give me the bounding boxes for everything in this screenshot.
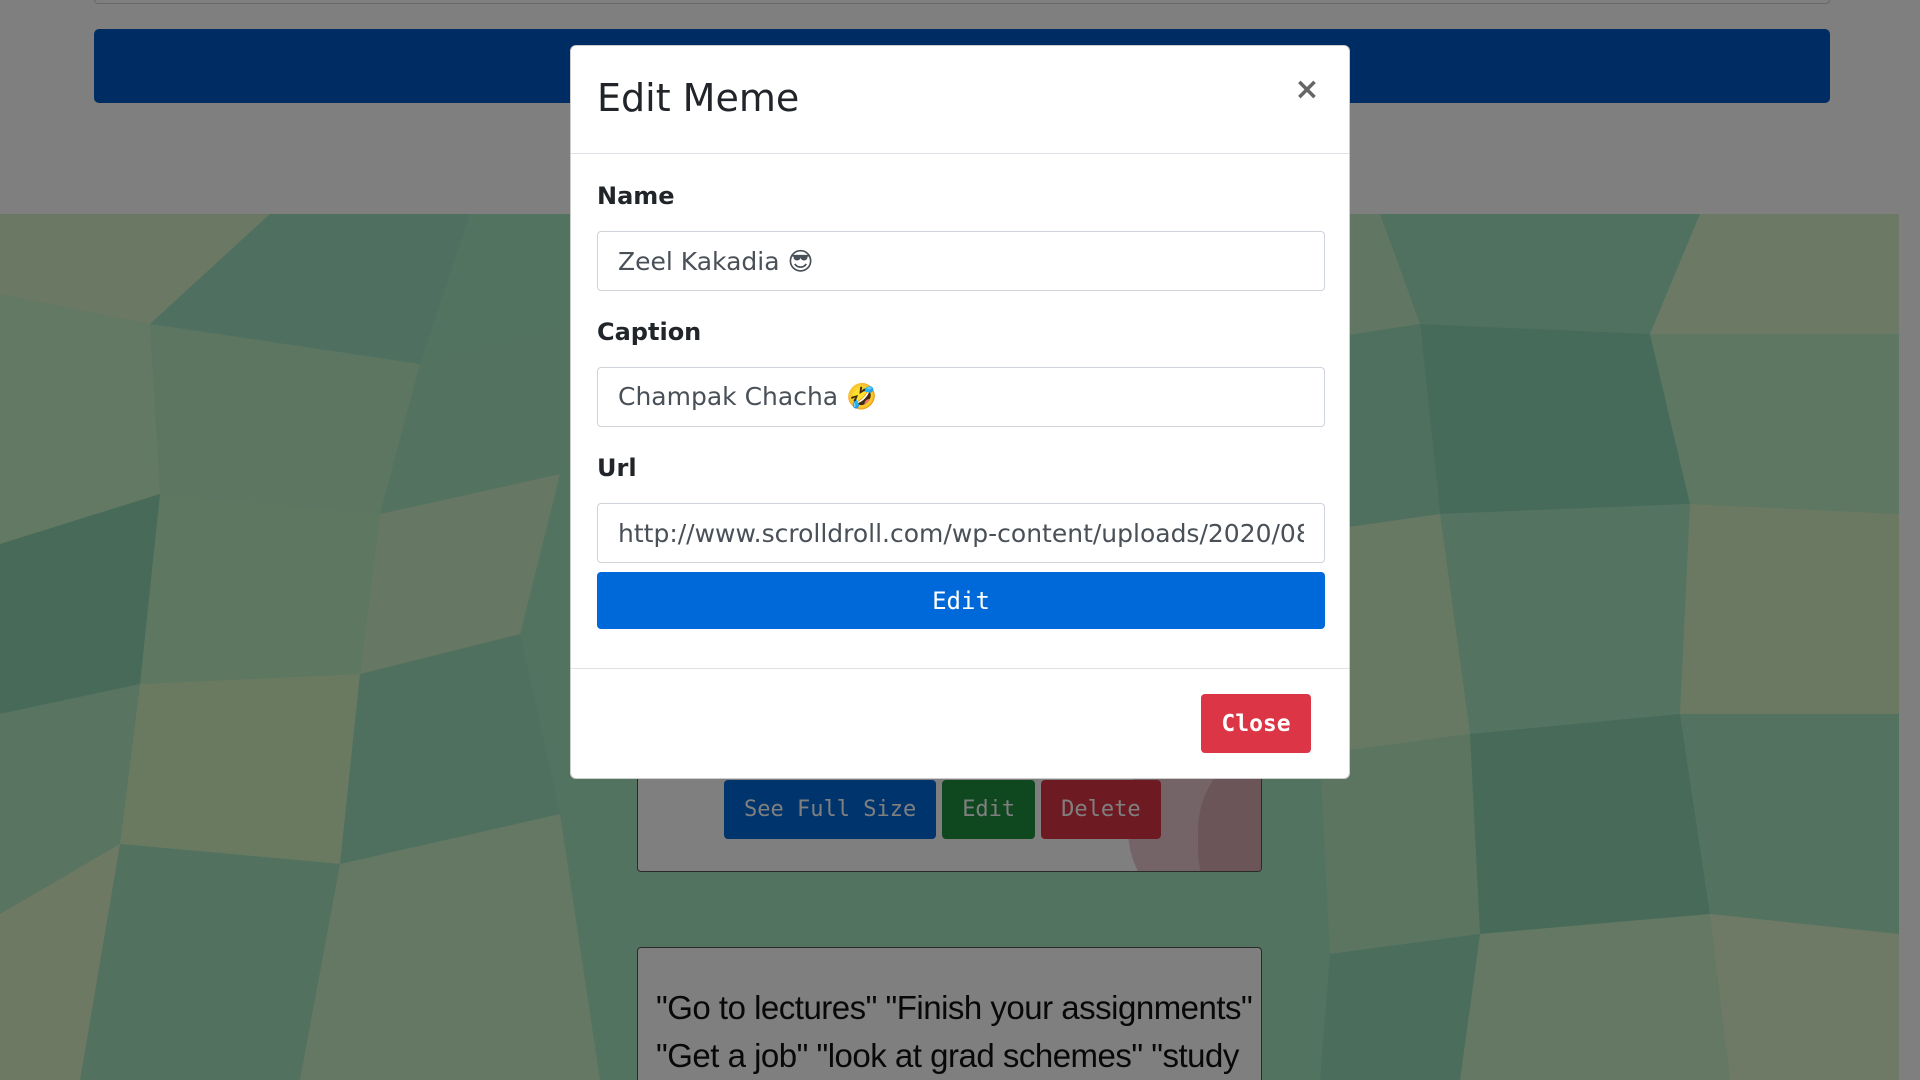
edit-submit-button[interactable]: Edit xyxy=(597,572,1325,629)
modal-footer: Close xyxy=(571,669,1349,778)
modal-body: Name Caption Url Edit xyxy=(571,154,1349,669)
modal-header: Edit Meme × xyxy=(571,46,1349,154)
name-label: Name xyxy=(597,182,675,210)
close-icon[interactable]: × xyxy=(1289,72,1325,108)
caption-label: Caption xyxy=(597,318,702,346)
edit-meme-modal: Edit Meme × Name Caption Url Edit Close xyxy=(570,45,1350,779)
url-label: Url xyxy=(597,454,637,482)
url-input[interactable] xyxy=(597,503,1325,563)
modal-title: Edit Meme xyxy=(597,76,800,120)
close-button[interactable]: Close xyxy=(1201,694,1311,753)
caption-input[interactable] xyxy=(597,367,1325,427)
name-input[interactable] xyxy=(597,231,1325,291)
